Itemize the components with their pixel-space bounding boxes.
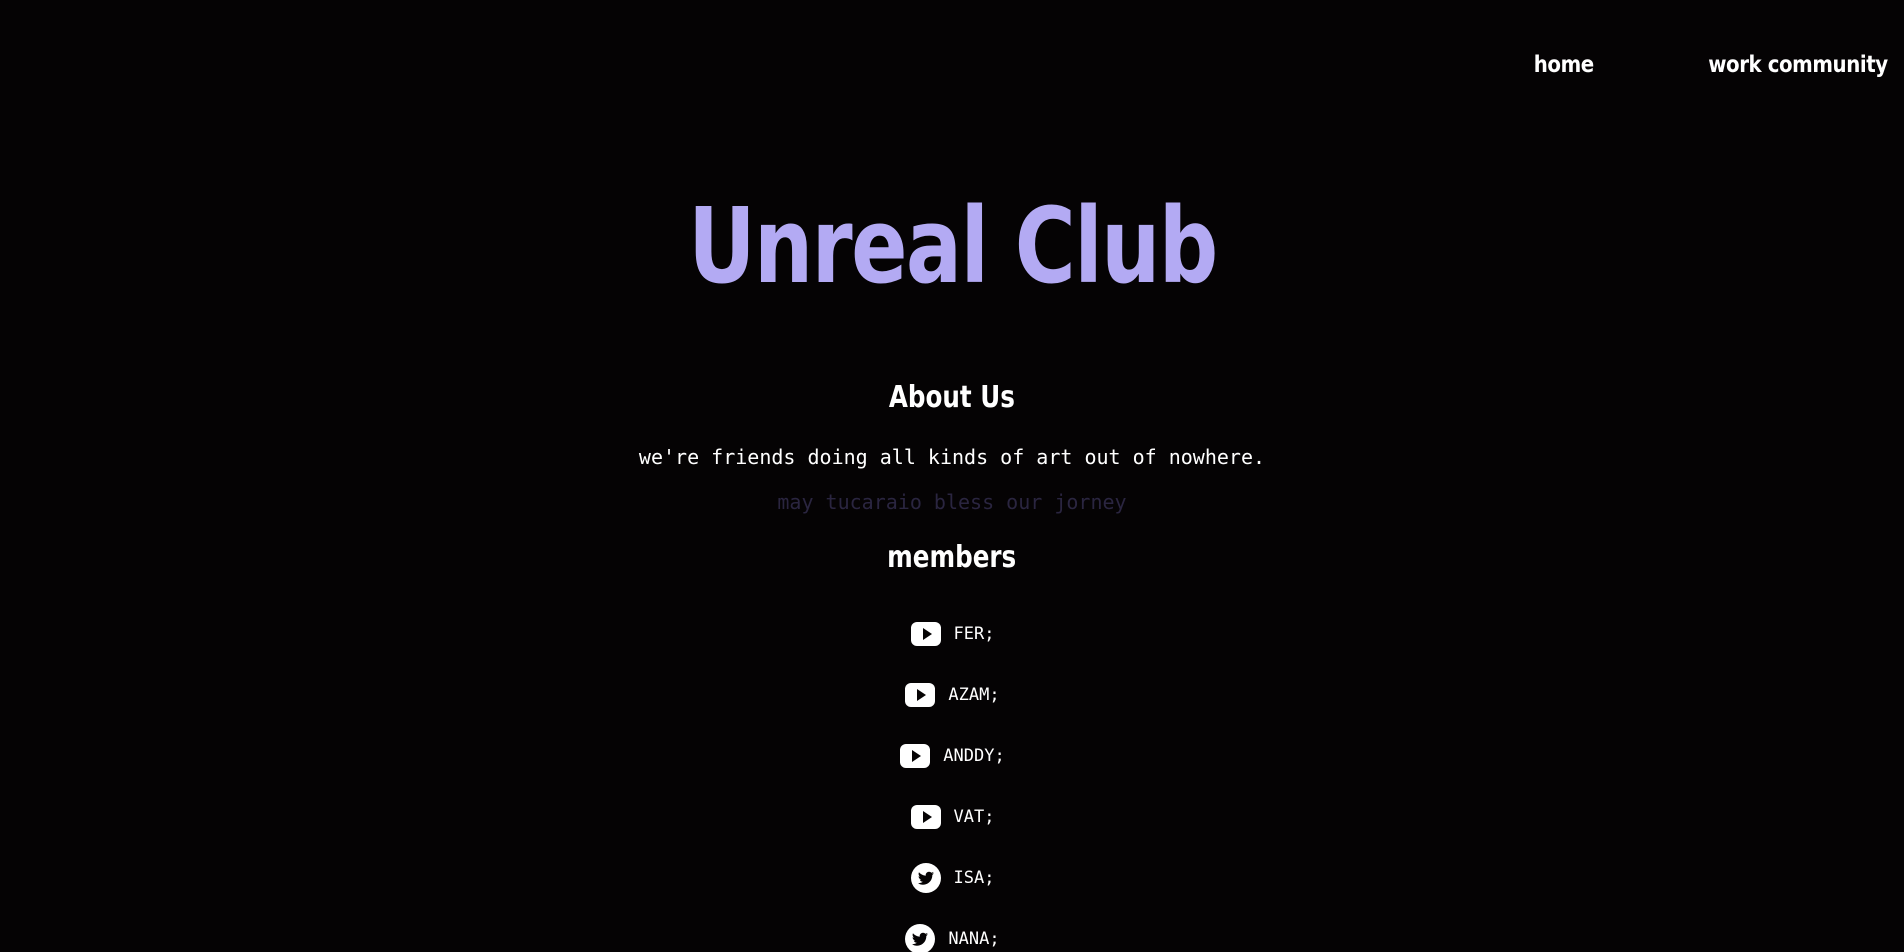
list-item: AZAM;: [0, 677, 1904, 738]
member-name: FER;: [953, 624, 995, 644]
member-link-vat[interactable]: VAT;: [910, 799, 995, 835]
youtube-icon: [910, 618, 942, 650]
member-link-isa[interactable]: ISA;: [910, 860, 995, 896]
member-link-azam[interactable]: AZAM;: [904, 677, 1000, 713]
members-heading: members: [0, 538, 1904, 578]
member-name: ANDDY;: [943, 746, 1005, 766]
member-link-nana[interactable]: NANA;: [904, 921, 1000, 952]
list-item: NANA;: [0, 921, 1904, 952]
member-name: ISA;: [953, 868, 995, 888]
list-item: ANDDY;: [0, 738, 1904, 799]
about-heading-text: About Us: [888, 380, 1015, 415]
youtube-icon: [910, 801, 942, 833]
members-list: FER; AZAM; ANDDY; VAT; ISA; NANA;: [0, 616, 1904, 952]
members-heading-text: members: [887, 540, 1017, 575]
nav-link-work-community[interactable]: work community: [1709, 52, 1889, 78]
about-description: we're friends doing all kinds of art out…: [638, 445, 1266, 469]
nav-link-home[interactable]: home: [1533, 52, 1593, 78]
list-item: VAT;: [0, 799, 1904, 860]
blessing-text: may tucaraio bless our jorney: [777, 490, 1127, 514]
member-name: NANA;: [948, 929, 1000, 949]
about-heading: About Us: [0, 378, 1904, 418]
youtube-icon: [899, 740, 931, 772]
member-link-fer[interactable]: FER;: [910, 616, 995, 652]
list-item: ISA;: [0, 860, 1904, 921]
youtube-icon: [904, 679, 936, 711]
member-link-anddy[interactable]: ANDDY;: [899, 738, 1005, 774]
top-nav: home work community: [1524, 52, 1888, 78]
twitter-icon: [910, 862, 942, 894]
member-name: AZAM;: [948, 685, 1000, 705]
twitter-icon: [904, 923, 936, 952]
list-item: FER;: [0, 616, 1904, 677]
site-title: Unreal Club: [0, 186, 1904, 306]
site-title-text: Unreal Club: [687, 185, 1218, 307]
member-name: VAT;: [953, 807, 995, 827]
